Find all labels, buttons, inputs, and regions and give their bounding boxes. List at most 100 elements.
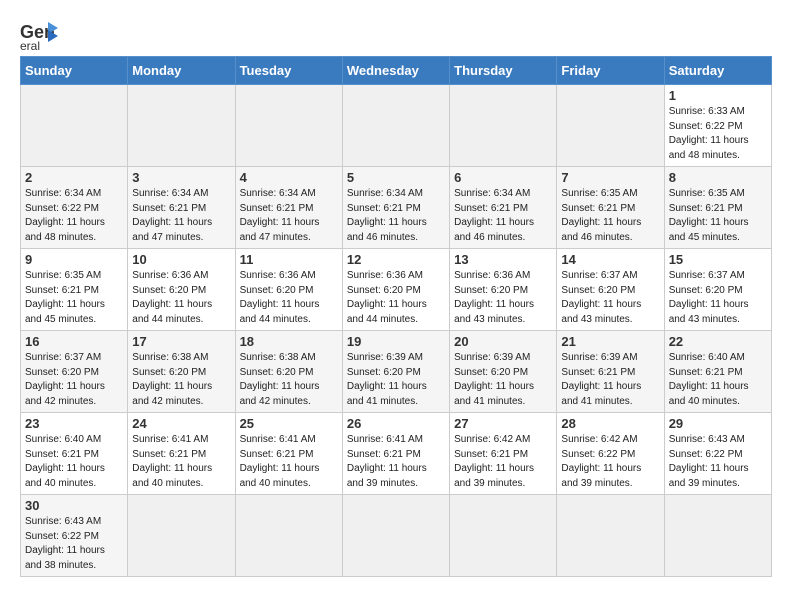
day-number: 29 <box>669 416 767 431</box>
day-number: 6 <box>454 170 552 185</box>
day-info: Sunrise: 6:41 AM Sunset: 6:21 PM Dayligh… <box>240 433 338 491</box>
day-info: Sunrise: 6:40 AM Sunset: 6:21 PM Dayligh… <box>25 433 123 491</box>
page: Gen eral SundayMondayTuesdayWednesdayThu… <box>0 0 792 587</box>
day-info: Sunrise: 6:37 AM Sunset: 6:20 PM Dayligh… <box>669 269 767 327</box>
day-info: Sunrise: 6:41 AM Sunset: 6:21 PM Dayligh… <box>347 433 445 491</box>
day-number: 13 <box>454 252 552 267</box>
logo: Gen eral <box>20 20 64 50</box>
calendar-cell: 28 Sunrise: 6:42 AM Sunset: 6:22 PM Dayli… <box>557 413 664 495</box>
day-number: 25 <box>240 416 338 431</box>
day-info: Sunrise: 6:40 AM Sunset: 6:21 PM Dayligh… <box>669 351 767 409</box>
calendar-cell <box>235 85 342 167</box>
calendar-cell <box>235 495 342 577</box>
day-number: 23 <box>25 416 123 431</box>
day-info: Sunrise: 6:36 AM Sunset: 6:20 PM Dayligh… <box>132 269 230 327</box>
calendar-cell: 14Sunrise: 6:37 AM Sunset: 6:20 PM Dayli… <box>557 249 664 331</box>
day-number: 12 <box>347 252 445 267</box>
day-number: 9 <box>25 252 123 267</box>
day-info: Sunrise: 6:38 AM Sunset: 6:20 PM Dayligh… <box>240 351 338 409</box>
svg-text:eral: eral <box>20 39 40 50</box>
day-number: 5 <box>347 170 445 185</box>
calendar-cell: 8 Sunrise: 6:35 AM Sunset: 6:21 PM Daylig… <box>664 167 771 249</box>
day-number: 19 <box>347 334 445 349</box>
calendar-cell: 9Sunrise: 6:35 AM Sunset: 6:21 PM Daylig… <box>21 249 128 331</box>
day-info: Sunrise: 6:35 AM Sunset: 6:21 PM Dayligh… <box>669 187 767 245</box>
day-number: 8 <box>669 170 767 185</box>
day-number: 10 <box>132 252 230 267</box>
calendar-cell: 2 Sunrise: 6:34 AM Sunset: 6:22 PM Daylig… <box>21 167 128 249</box>
weekday-header: Thursday <box>450 57 557 85</box>
day-number: 24 <box>132 416 230 431</box>
calendar-cell <box>342 495 449 577</box>
day-number: 27 <box>454 416 552 431</box>
day-number: 28 <box>561 416 659 431</box>
day-info: Sunrise: 6:36 AM Sunset: 6:20 PM Dayligh… <box>454 269 552 327</box>
calendar-cell: 12 Sunrise: 6:36 AM Sunset: 6:20 PM Dayli… <box>342 249 449 331</box>
day-info: Sunrise: 6:41 AM Sunset: 6:21 PM Dayligh… <box>132 433 230 491</box>
day-info: Sunrise: 6:34 AM Sunset: 6:22 PM Dayligh… <box>25 187 123 245</box>
calendar-cell: 6Sunrise: 6:34 AM Sunset: 6:21 PM Daylig… <box>450 167 557 249</box>
day-number: 1 <box>669 88 767 103</box>
day-info: Sunrise: 6:34 AM Sunset: 6:21 PM Dayligh… <box>347 187 445 245</box>
calendar-cell <box>342 85 449 167</box>
weekday-header: Friday <box>557 57 664 85</box>
calendar-cell: 18 Sunrise: 6:38 AM Sunset: 6:20 PM Dayli… <box>235 331 342 413</box>
calendar-cell: 19Sunrise: 6:39 AM Sunset: 6:20 PM Dayli… <box>342 331 449 413</box>
calendar-cell: 1Sunrise: 6:33 AM Sunset: 6:22 PM Daylig… <box>664 85 771 167</box>
calendar: SundayMondayTuesdayWednesdayThursdayFrid… <box>20 56 772 577</box>
day-number: 16 <box>25 334 123 349</box>
weekday-header: Saturday <box>664 57 771 85</box>
day-number: 22 <box>669 334 767 349</box>
calendar-cell: 20Sunrise: 6:39 AM Sunset: 6:20 PM Dayli… <box>450 331 557 413</box>
calendar-cell: 15 Sunrise: 6:37 AM Sunset: 6:20 PM Dayli… <box>664 249 771 331</box>
calendar-cell <box>450 495 557 577</box>
weekday-header: Tuesday <box>235 57 342 85</box>
calendar-week: 9Sunrise: 6:35 AM Sunset: 6:21 PM Daylig… <box>21 249 772 331</box>
day-number: 2 <box>25 170 123 185</box>
day-number: 14 <box>561 252 659 267</box>
day-info: Sunrise: 6:39 AM Sunset: 6:21 PM Dayligh… <box>561 351 659 409</box>
weekday-header: Wednesday <box>342 57 449 85</box>
calendar-cell: 13 Sunrise: 6:36 AM Sunset: 6:20 PM Dayli… <box>450 249 557 331</box>
day-info: Sunrise: 6:42 AM Sunset: 6:22 PM Dayligh… <box>561 433 659 491</box>
calendar-cell: 17Sunrise: 6:38 AM Sunset: 6:20 PM Dayli… <box>128 331 235 413</box>
weekday-header: Sunday <box>21 57 128 85</box>
day-number: 7 <box>561 170 659 185</box>
day-number: 18 <box>240 334 338 349</box>
day-info: Sunrise: 6:34 AM Sunset: 6:21 PM Dayligh… <box>132 187 230 245</box>
calendar-cell <box>557 85 664 167</box>
day-number: 30 <box>25 498 123 513</box>
day-number: 4 <box>240 170 338 185</box>
calendar-body: 1Sunrise: 6:33 AM Sunset: 6:22 PM Daylig… <box>21 85 772 577</box>
calendar-cell: 3Sunrise: 6:34 AM Sunset: 6:21 PM Daylig… <box>128 167 235 249</box>
calendar-cell: 7 Sunrise: 6:35 AM Sunset: 6:21 PM Daylig… <box>557 167 664 249</box>
day-info: Sunrise: 6:36 AM Sunset: 6:20 PM Dayligh… <box>347 269 445 327</box>
day-info: Sunrise: 6:35 AM Sunset: 6:21 PM Dayligh… <box>561 187 659 245</box>
calendar-cell: 30 Sunrise: 6:43 AM Sunset: 6:22 PM Dayli… <box>21 495 128 577</box>
calendar-week: 16 Sunrise: 6:37 AM Sunset: 6:20 PM Dayli… <box>21 331 772 413</box>
calendar-cell: 24 Sunrise: 6:41 AM Sunset: 6:21 PM Dayli… <box>128 413 235 495</box>
calendar-cell: 5 Sunrise: 6:34 AM Sunset: 6:21 PM Daylig… <box>342 167 449 249</box>
day-number: 17 <box>132 334 230 349</box>
calendar-cell: 22 Sunrise: 6:40 AM Sunset: 6:21 PM Dayli… <box>664 331 771 413</box>
calendar-week: 1Sunrise: 6:33 AM Sunset: 6:22 PM Daylig… <box>21 85 772 167</box>
calendar-cell: 27 Sunrise: 6:42 AM Sunset: 6:21 PM Dayli… <box>450 413 557 495</box>
day-info: Sunrise: 6:37 AM Sunset: 6:20 PM Dayligh… <box>25 351 123 409</box>
day-number: 20 <box>454 334 552 349</box>
calendar-cell: 23 Sunrise: 6:40 AM Sunset: 6:21 PM Dayli… <box>21 413 128 495</box>
calendar-cell: 10 Sunrise: 6:36 AM Sunset: 6:20 PM Dayli… <box>128 249 235 331</box>
day-number: 21 <box>561 334 659 349</box>
day-number: 26 <box>347 416 445 431</box>
day-info: Sunrise: 6:36 AM Sunset: 6:20 PM Dayligh… <box>240 269 338 327</box>
calendar-cell: 29Sunrise: 6:43 AM Sunset: 6:22 PM Dayli… <box>664 413 771 495</box>
calendar-cell <box>557 495 664 577</box>
day-info: Sunrise: 6:43 AM Sunset: 6:22 PM Dayligh… <box>25 515 123 573</box>
calendar-cell: 26 Sunrise: 6:41 AM Sunset: 6:21 PM Dayli… <box>342 413 449 495</box>
calendar-cell: 11 Sunrise: 6:36 AM Sunset: 6:20 PM Dayli… <box>235 249 342 331</box>
day-number: 11 <box>240 252 338 267</box>
calendar-cell <box>128 495 235 577</box>
calendar-cell: 16 Sunrise: 6:37 AM Sunset: 6:20 PM Dayli… <box>21 331 128 413</box>
calendar-week: 23 Sunrise: 6:40 AM Sunset: 6:21 PM Dayli… <box>21 413 772 495</box>
day-number: 15 <box>669 252 767 267</box>
day-info: Sunrise: 6:42 AM Sunset: 6:21 PM Dayligh… <box>454 433 552 491</box>
